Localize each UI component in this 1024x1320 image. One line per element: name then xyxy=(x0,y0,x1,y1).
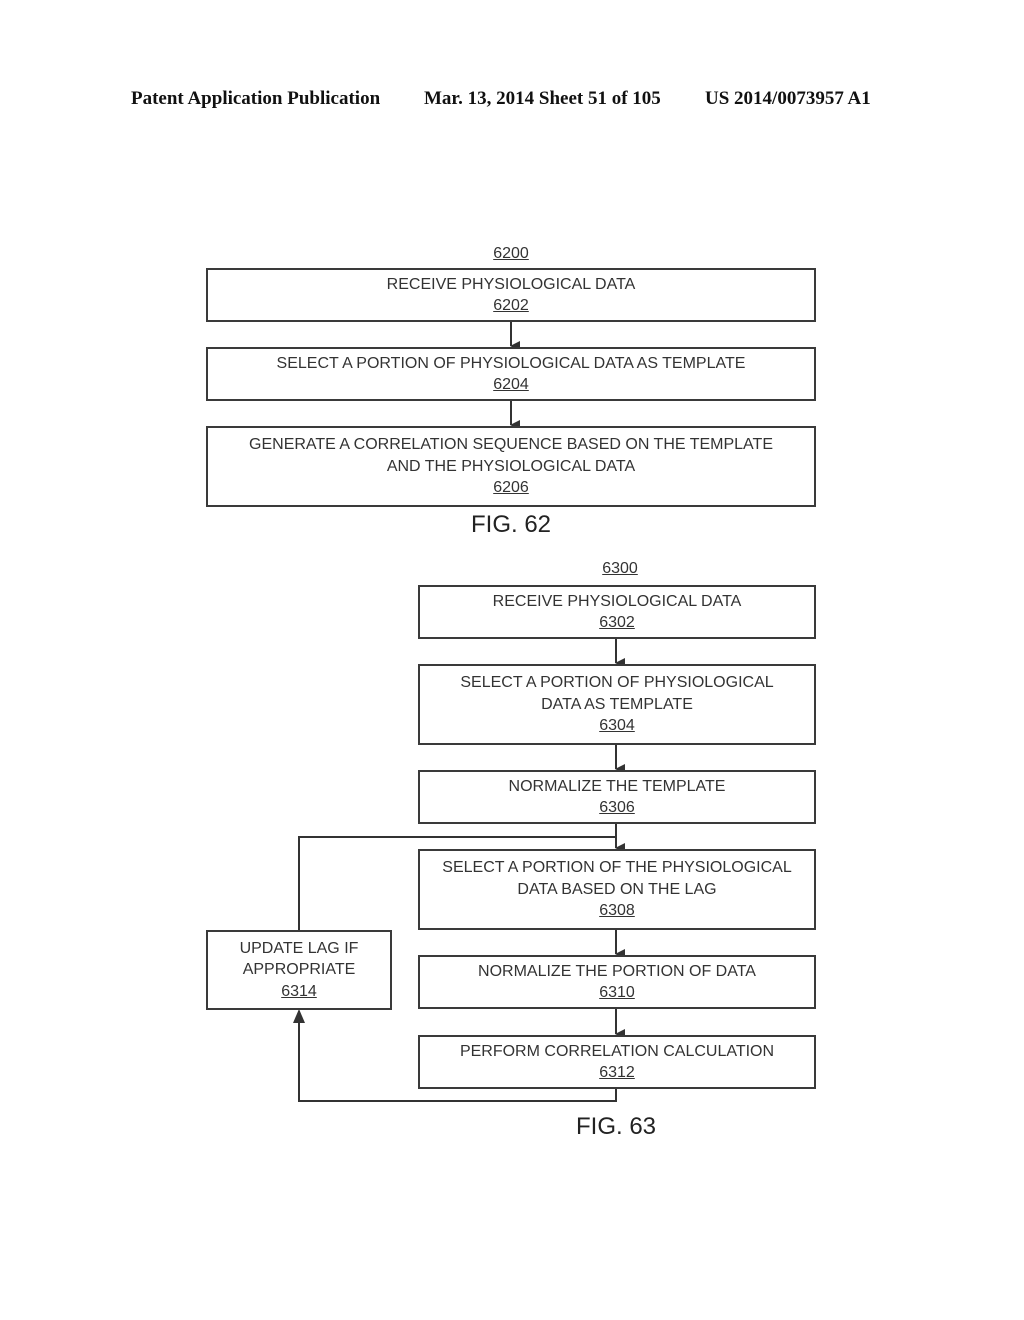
step-number: 6308 xyxy=(599,902,635,920)
step-text: SELECT A PORTION OF PHYSIOLOGICAL xyxy=(460,674,774,692)
step-text: NORMALIZE THE TEMPLATE xyxy=(508,777,726,795)
connector-lines xyxy=(293,321,625,1102)
step-text: APPROPRIATE xyxy=(242,961,356,979)
step-text: UPDATE LAG IF xyxy=(239,939,359,957)
step-number: 6310 xyxy=(599,984,635,1001)
step-6310: NORMALIZE THE PORTION OF DATA 6310 xyxy=(418,955,816,1009)
step-text: SELECT A PORTION OF PHYSIOLOGICAL DATA A… xyxy=(276,354,746,372)
step-text: NORMALIZE THE PORTION OF DATA xyxy=(478,962,756,980)
step-6304: SELECT A PORTION OF PHYSIOLOGICAL DATA A… xyxy=(418,664,816,745)
step-text: RECEIVE PHYSIOLOGICAL DATA xyxy=(386,275,636,293)
step-text: DATA BASED ON THE LAG xyxy=(517,880,717,898)
step-number: 6304 xyxy=(599,717,635,735)
step-text: SELECT A PORTION OF THE PHYSIOLOGICAL xyxy=(442,859,792,877)
step-number: 6204 xyxy=(493,376,529,393)
fig63-caption: FIG. 63 xyxy=(575,1113,657,1140)
step-6312: PERFORM CORRELATION CALCULATION 6312 xyxy=(418,1035,816,1089)
step-6306: NORMALIZE THE TEMPLATE 6306 xyxy=(418,770,816,824)
step-6308: SELECT A PORTION OF THE PHYSIOLOGICAL DA… xyxy=(418,849,816,930)
step-number: 6202 xyxy=(493,297,529,314)
step-6302: RECEIVE PHYSIOLOGICAL DATA 6302 xyxy=(418,585,816,639)
fig63-reference: 6300 xyxy=(602,560,638,577)
step-6202: RECEIVE PHYSIOLOGICAL DATA 6202 xyxy=(206,268,816,322)
fig62-caption: FIG. 62 xyxy=(470,511,552,538)
step-number: 6206 xyxy=(493,479,529,497)
fig62-reference: 6200 xyxy=(493,245,529,262)
step-text: DATA AS TEMPLATE xyxy=(541,695,693,713)
step-6204: SELECT A PORTION OF PHYSIOLOGICAL DATA A… xyxy=(206,347,816,401)
step-number: 6314 xyxy=(281,982,317,1000)
step-text: GENERATE A CORRELATION SEQUENCE BASED ON… xyxy=(249,436,773,454)
arrowhead-up xyxy=(293,1009,305,1023)
step-6314: UPDATE LAG IF APPROPRIATE 6314 xyxy=(206,930,392,1010)
step-text: RECEIVE PHYSIOLOGICAL DATA xyxy=(492,592,742,610)
step-number: 6306 xyxy=(599,799,635,816)
step-number: 6312 xyxy=(599,1064,635,1081)
step-text: AND THE PHYSIOLOGICAL DATA xyxy=(386,457,636,475)
step-number: 6302 xyxy=(599,614,635,631)
step-6206: GENERATE A CORRELATION SEQUENCE BASED ON… xyxy=(206,426,816,507)
step-text: PERFORM CORRELATION CALCULATION xyxy=(459,1042,775,1060)
